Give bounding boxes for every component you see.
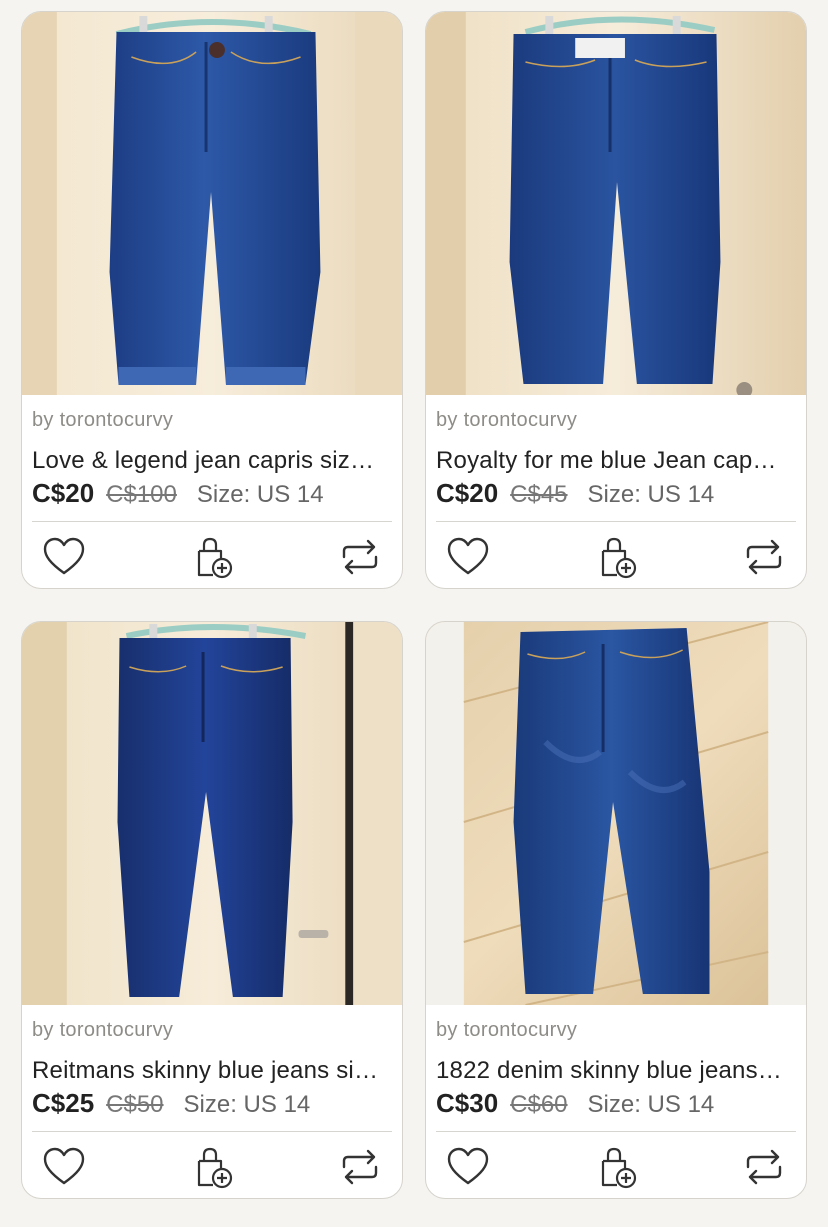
original-price: C$60 <box>510 1091 568 1118</box>
divider <box>32 521 392 522</box>
divider <box>32 1131 392 1132</box>
repost-icon <box>746 539 782 575</box>
listing-title[interactable]: Reitmans skinny blue jeans si… <box>32 1057 392 1085</box>
heart-icon <box>43 537 85 575</box>
heart-icon <box>43 1147 85 1185</box>
original-price: C$45 <box>510 481 568 508</box>
original-price: C$50 <box>106 1091 164 1118</box>
listing-price: C$25 <box>32 1088 95 1118</box>
heart-icon <box>447 537 489 575</box>
price-row: C$20 C$45 Size: US 14 <box>436 478 714 509</box>
divider <box>436 1131 796 1132</box>
like-button[interactable] <box>444 535 492 579</box>
listing-price: C$20 <box>32 478 95 508</box>
listing-card[interactable]: by torontocurvy Love & legend jean capri… <box>21 11 403 589</box>
add-to-bundle-button[interactable] <box>593 535 641 579</box>
price-row: C$25 C$50 Size: US 14 <box>32 1088 310 1119</box>
listing-photo[interactable] <box>22 622 402 1005</box>
divider <box>436 521 796 522</box>
add-to-bundle-button[interactable] <box>593 1145 641 1189</box>
add-to-bag-icon <box>601 537 637 579</box>
listing-actions <box>22 1145 402 1189</box>
repost-icon <box>746 1149 782 1185</box>
add-to-bag-icon <box>601 1147 637 1189</box>
seller-name[interactable]: by torontocurvy <box>436 409 577 432</box>
listing-photo[interactable] <box>426 622 806 1005</box>
listing-title[interactable]: Love & legend jean capris siz… <box>32 447 392 475</box>
listing-actions <box>426 1145 806 1189</box>
listing-actions <box>22 535 402 579</box>
listing-price: C$20 <box>436 478 499 508</box>
listing-card[interactable]: by torontocurvy 1822 denim skinny blue j… <box>425 621 807 1199</box>
listing-price: C$30 <box>436 1088 499 1118</box>
listing-size: Size: US 14 <box>587 1091 715 1118</box>
add-to-bundle-button[interactable] <box>189 535 237 579</box>
like-button[interactable] <box>444 1145 492 1189</box>
share-button[interactable] <box>336 535 384 579</box>
share-button[interactable] <box>336 1145 384 1189</box>
listing-size: Size: US 14 <box>587 481 715 508</box>
like-button[interactable] <box>40 1145 88 1189</box>
price-row: C$30 C$60 Size: US 14 <box>436 1088 714 1119</box>
listing-card[interactable]: by torontocurvy Reitmans skinny blue jea… <box>21 621 403 1199</box>
listing-card[interactable]: by torontocurvy Royalty for me blue Jean… <box>425 11 807 589</box>
listing-actions <box>426 535 806 579</box>
share-button[interactable] <box>740 535 788 579</box>
listing-photo[interactable] <box>426 12 806 395</box>
seller-name[interactable]: by torontocurvy <box>436 1019 577 1042</box>
original-price: C$100 <box>106 481 177 508</box>
listing-title[interactable]: Royalty for me blue Jean cap… <box>436 447 796 475</box>
listing-title[interactable]: 1822 denim skinny blue jeans… <box>436 1057 796 1085</box>
repost-icon <box>342 1149 378 1185</box>
add-to-bundle-button[interactable] <box>189 1145 237 1189</box>
add-to-bag-icon <box>197 537 233 579</box>
listing-photo[interactable] <box>22 12 402 395</box>
listing-size: Size: US 14 <box>196 481 324 508</box>
listing-grid: by torontocurvy Love & legend jean capri… <box>0 0 828 1227</box>
price-row: C$20 C$100 Size: US 14 <box>32 478 324 509</box>
seller-name[interactable]: by torontocurvy <box>32 1019 173 1042</box>
seller-name[interactable]: by torontocurvy <box>32 409 173 432</box>
like-button[interactable] <box>40 535 88 579</box>
heart-icon <box>447 1147 489 1185</box>
add-to-bag-icon <box>197 1147 233 1189</box>
listing-size: Size: US 14 <box>183 1091 311 1118</box>
share-button[interactable] <box>740 1145 788 1189</box>
repost-icon <box>342 539 378 575</box>
